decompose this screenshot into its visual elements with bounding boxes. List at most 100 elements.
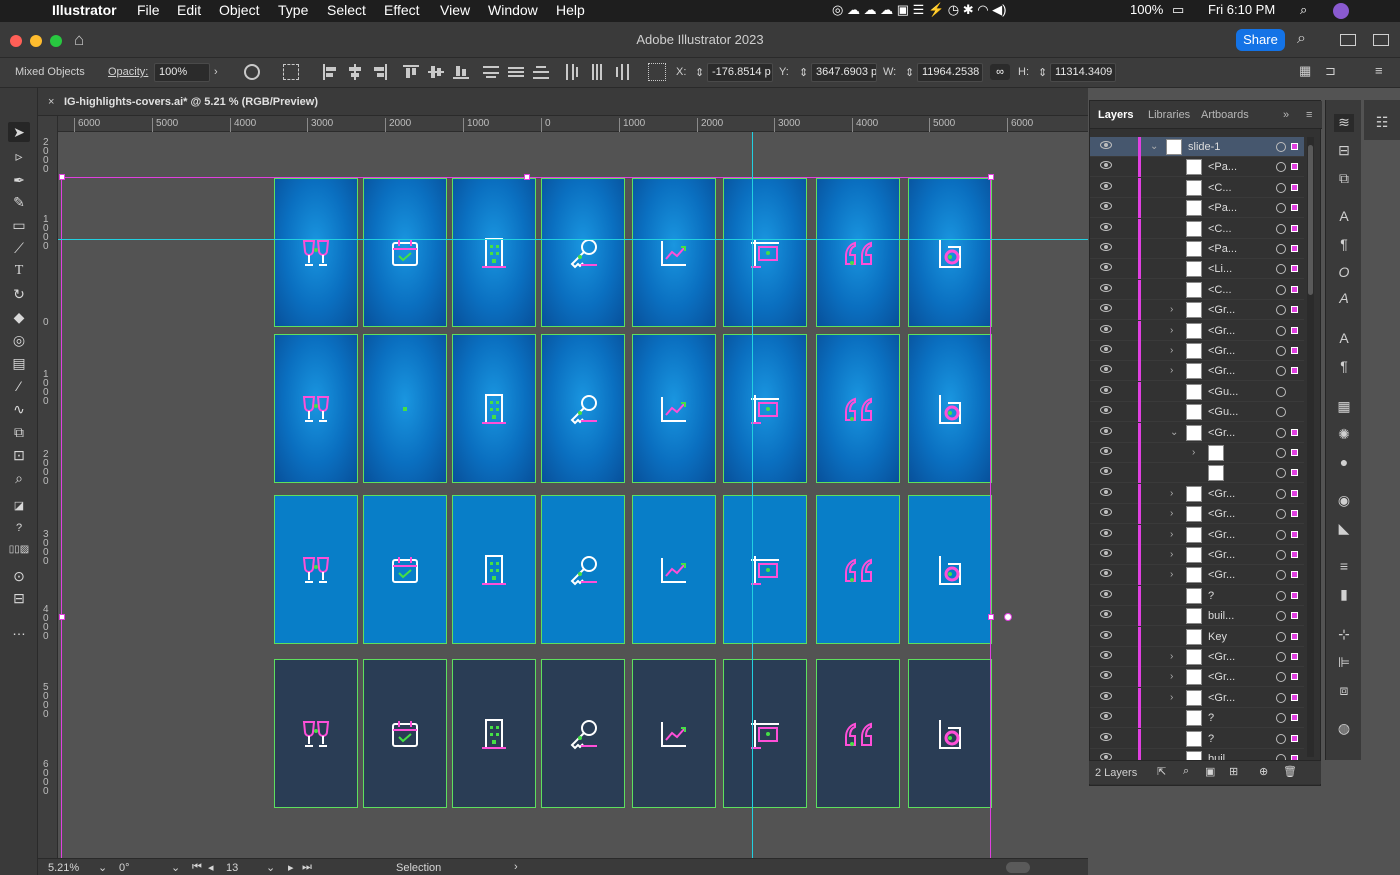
layer-row[interactable]: › <Gr... bbox=[1090, 565, 1304, 586]
paragraph-panel-icon[interactable]: ¶ bbox=[1334, 236, 1354, 254]
layer-name[interactable]: ? bbox=[1208, 733, 1214, 745]
layer-name[interactable]: <Gr... bbox=[1208, 508, 1235, 520]
visibility-eye-icon[interactable] bbox=[1100, 406, 1112, 415]
selection-indicator[interactable] bbox=[1291, 265, 1298, 273]
bbox-handle-mr[interactable] bbox=[988, 614, 994, 620]
expand-arrow-icon[interactable]: › bbox=[1170, 508, 1173, 519]
menu-file[interactable]: File bbox=[137, 2, 160, 18]
new-sublayer-icon[interactable]: ⊞ bbox=[1229, 765, 1238, 778]
layer-name[interactable]: <Pa... bbox=[1208, 161, 1237, 173]
control-menu-icon[interactable]: ≡ bbox=[1375, 63, 1383, 78]
panel-expand-icon[interactable]: » bbox=[1283, 109, 1289, 121]
panel-menu-icon[interactable]: ≡ bbox=[1306, 109, 1312, 121]
layer-row[interactable]: › <Gr... bbox=[1090, 341, 1304, 361]
target-circle-icon[interactable] bbox=[1276, 182, 1286, 193]
h-field[interactable]: 11314.3409 bbox=[1050, 63, 1116, 82]
target-circle-icon[interactable] bbox=[1276, 203, 1286, 214]
layer-name[interactable]: <Gr... bbox=[1208, 569, 1235, 581]
selection-indicator[interactable] bbox=[1291, 285, 1298, 293]
layer-row[interactable]: <Gu... bbox=[1090, 381, 1304, 402]
menu-effect[interactable]: Effect bbox=[384, 2, 420, 18]
target-circle-icon[interactable] bbox=[1276, 631, 1286, 642]
visibility-eye-icon[interactable] bbox=[1100, 263, 1112, 272]
layers-scrollbar[interactable] bbox=[1307, 137, 1314, 757]
target-circle-icon[interactable] bbox=[1276, 162, 1286, 173]
visibility-eye-icon[interactable] bbox=[1100, 732, 1112, 741]
layer-name[interactable]: <Gr... bbox=[1208, 345, 1235, 357]
layer-row[interactable]: › <Gr... bbox=[1090, 667, 1304, 688]
layer-row[interactable]: › bbox=[1090, 443, 1304, 463]
search-icon[interactable]: ⌕ bbox=[1297, 30, 1306, 48]
layer-row[interactable]: › <Gr... bbox=[1090, 361, 1304, 382]
align-vcenter-icon[interactable] bbox=[428, 64, 444, 80]
expand-arrow-icon[interactable]: › bbox=[1170, 549, 1173, 560]
layer-name[interactable]: <Gr... bbox=[1208, 651, 1235, 663]
target-circle-icon[interactable] bbox=[1276, 713, 1286, 724]
layer-row[interactable]: <C... bbox=[1090, 218, 1304, 239]
libraries-panel-icon[interactable]: ⊟ bbox=[1334, 142, 1354, 160]
visibility-eye-icon[interactable] bbox=[1100, 487, 1112, 496]
default-colors-icon[interactable]: ? bbox=[8, 518, 30, 538]
selection-indicator[interactable] bbox=[1291, 693, 1298, 701]
prev-artboard-icon[interactable]: ◂ bbox=[208, 861, 214, 874]
glyphs-panel-icon[interactable]: A bbox=[1334, 290, 1354, 308]
visibility-eye-icon[interactable] bbox=[1100, 651, 1112, 659]
layer-row[interactable]: › <Gr... bbox=[1090, 300, 1304, 321]
target-circle-icon[interactable] bbox=[1276, 305, 1286, 316]
spotlight-search-icon[interactable]: ⌕ bbox=[1300, 2, 1307, 18]
menu-edit[interactable]: Edit bbox=[177, 2, 201, 18]
menu-help[interactable]: Help bbox=[556, 2, 585, 18]
target-circle-icon[interactable] bbox=[1276, 509, 1286, 520]
layer-row[interactable]: ⌄ <Gr... bbox=[1090, 422, 1304, 443]
transform-panel-icon[interactable]: ⊹ bbox=[1334, 626, 1354, 644]
expand-arrow-icon[interactable]: › bbox=[1170, 671, 1173, 682]
first-artboard-icon[interactable]: ⏮ bbox=[192, 861, 202, 874]
visibility-eye-icon[interactable] bbox=[1100, 671, 1112, 680]
layer-row[interactable] bbox=[1090, 463, 1304, 484]
target-circle-icon[interactable] bbox=[1276, 488, 1286, 499]
target-circle-icon[interactable] bbox=[1276, 284, 1286, 295]
selection-indicator[interactable] bbox=[1291, 734, 1298, 742]
blend-tool-icon[interactable]: ∿ bbox=[8, 399, 30, 419]
screen-mode-icon[interactable]: ⊟ bbox=[8, 588, 30, 608]
opacity-field[interactable]: 100% bbox=[154, 63, 210, 82]
expand-arrow-icon[interactable]: › bbox=[1170, 325, 1173, 336]
y-field[interactable]: 3647.6903 p bbox=[811, 63, 877, 82]
layer-name[interactable]: <Pa... bbox=[1208, 202, 1237, 214]
selection-indicator[interactable] bbox=[1291, 469, 1298, 477]
visibility-eye-icon[interactable] bbox=[1100, 324, 1112, 333]
last-artboard-icon[interactable]: ⏭ bbox=[302, 861, 312, 874]
layer-row[interactable]: Key bbox=[1090, 626, 1304, 647]
target-circle-icon[interactable] bbox=[1276, 590, 1286, 601]
visibility-eye-icon[interactable] bbox=[1100, 345, 1112, 353]
w-field[interactable]: 11964.2538 bbox=[917, 63, 983, 82]
layer-row[interactable]: <C... bbox=[1090, 279, 1304, 300]
color-mode-icon[interactable]: ▯▯▨ bbox=[8, 540, 30, 560]
share-button[interactable]: Share bbox=[1236, 29, 1285, 51]
opentype-panel-icon[interactable]: O bbox=[1334, 264, 1354, 282]
layer-name[interactable]: <Gr... bbox=[1208, 365, 1235, 377]
distribute-vcenter-icon[interactable] bbox=[508, 64, 524, 80]
target-circle-icon[interactable] bbox=[1276, 325, 1286, 336]
visibility-eye-icon[interactable] bbox=[1100, 691, 1112, 700]
rotation-dropdown-icon[interactable]: ⌄ bbox=[171, 861, 180, 874]
expand-arrow-icon[interactable]: › bbox=[1170, 651, 1173, 662]
target-circle-icon[interactable] bbox=[1276, 570, 1286, 581]
pathfinder-panel-icon[interactable]: ⧈ bbox=[1334, 682, 1354, 700]
x-field[interactable]: -176.8514 p bbox=[707, 63, 773, 82]
visibility-eye-icon[interactable] bbox=[1100, 630, 1112, 639]
visibility-eye-icon[interactable] bbox=[1100, 447, 1112, 455]
transform-icon[interactable]: ▦ bbox=[1299, 63, 1311, 79]
target-circle-icon[interactable] bbox=[1276, 142, 1286, 152]
shape-builder-tool-icon[interactable]: ◎ bbox=[8, 330, 30, 350]
selection-indicator[interactable] bbox=[1291, 143, 1298, 150]
layer-name[interactable]: <C... bbox=[1208, 284, 1232, 296]
arrange-documents-icon[interactable] bbox=[1340, 34, 1356, 46]
layers-panel-icon[interactable]: ≋ bbox=[1334, 114, 1354, 132]
expand-arrow-icon[interactable]: › bbox=[1170, 488, 1173, 499]
bbox-handle-tr[interactable] bbox=[988, 174, 994, 180]
recolor-icon[interactable] bbox=[244, 64, 260, 80]
layer-row[interactable]: › <Gr... bbox=[1090, 687, 1304, 708]
target-circle-icon[interactable] bbox=[1276, 692, 1286, 703]
selection-tool-icon[interactable]: ➤ bbox=[8, 122, 30, 142]
